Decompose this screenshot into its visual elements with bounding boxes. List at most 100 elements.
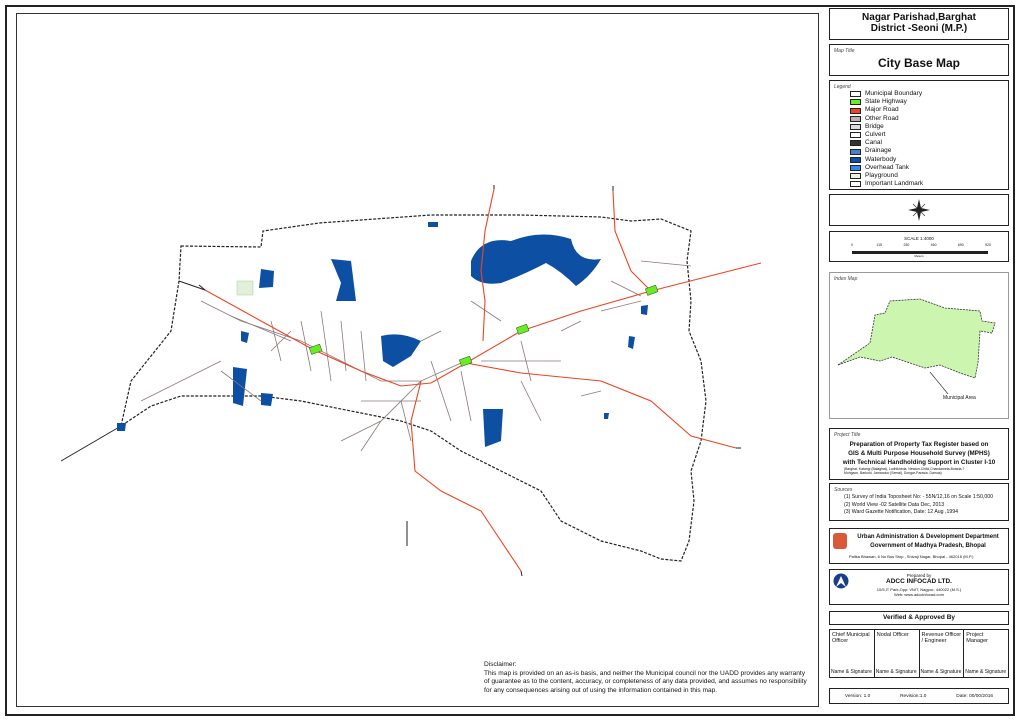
scale-tick-label: 690 xyxy=(957,243,964,247)
map-canvas[interactable] xyxy=(16,13,819,707)
legend-item: Canal xyxy=(850,139,923,147)
legend-item-label: Culvert xyxy=(865,131,886,139)
company-web: Web: www.adccinfocad.com xyxy=(894,592,944,597)
legend-swatch xyxy=(850,173,861,180)
scale-tick-label: 460 xyxy=(930,243,937,247)
scale-label: SCALE 1:4000 xyxy=(904,236,934,241)
company-name: ADCC INFOCAD LTD. xyxy=(886,578,952,585)
legend-item-label: Major Road xyxy=(865,106,899,114)
district-name: District -Seoni (M.P.) xyxy=(870,23,968,34)
legend-item: Municipal Boundary xyxy=(850,90,923,98)
source-item: (3) Ward Gazette Notification, Date: 12 … xyxy=(844,509,958,515)
legend-item: Playground xyxy=(850,172,923,180)
department-name: Urban Administration & Development Depar… xyxy=(857,534,999,540)
project-line-2: GIS & Multi Purpose Household Survey (MP… xyxy=(848,450,990,457)
waterbody xyxy=(471,234,601,286)
legend-item-label: Drainage xyxy=(865,147,892,155)
source-item: (2) World View -02 Satellite Data Dec, 2… xyxy=(844,501,945,508)
version: Version: 1.0 xyxy=(844,693,871,699)
municipal-area-label: Municipal Area xyxy=(943,395,976,401)
signature-column: Project Manager Name & Signature xyxy=(964,630,1008,677)
waterbody xyxy=(241,331,249,343)
legend-item: Bridge xyxy=(850,123,923,131)
legend-item-label: Overhead Tank xyxy=(865,163,909,171)
source-item: (1) Survey of India Toposheet No: - 55N/… xyxy=(844,494,993,500)
scale-tick-label: 0 xyxy=(851,243,853,247)
major-road xyxy=(410,380,522,572)
name-signature-label: Name & Signature xyxy=(920,669,962,675)
legend-item: Important Landmark xyxy=(850,180,923,188)
legend-item-label: Waterbody xyxy=(865,155,897,163)
revision: Revision:1.0 xyxy=(900,693,927,699)
legend-box: Legend Municipal Boundary State Highway Ma… xyxy=(829,80,1009,190)
legend-swatch xyxy=(850,140,861,147)
waterbodies xyxy=(117,222,648,447)
officer-role: Revenue Officer / Engineer xyxy=(921,632,962,644)
scale-tick-label: 115 xyxy=(876,243,882,247)
map-title-box: Map Title City Base Map xyxy=(829,44,1009,76)
city-map xyxy=(60,185,762,577)
legend-item: State Highway xyxy=(850,98,923,106)
waterbody xyxy=(604,413,609,419)
disclaimer-line: This map is provided on an as-is basis, … xyxy=(484,669,806,677)
scale-tick-label: 230 xyxy=(903,243,910,247)
waterbody xyxy=(259,269,274,288)
scale-ticks: 0 115 230 460 690 920 xyxy=(851,243,991,251)
legend-swatch xyxy=(850,181,861,188)
road-extensions xyxy=(198,185,741,577)
index-map xyxy=(837,298,996,395)
legend-swatch xyxy=(850,107,861,114)
legend-swatch xyxy=(850,164,861,171)
legend-item: Major Road xyxy=(850,106,923,114)
disclaimer-line: for any consequences arising out of usin… xyxy=(484,686,718,694)
project-line-3: with Technical Handholding Support in Cl… xyxy=(842,459,996,466)
legend-item-label: State Highway xyxy=(865,98,907,106)
major-roads xyxy=(204,188,762,572)
waterbody xyxy=(233,367,247,406)
name-signature-label: Name & Signature xyxy=(965,669,1007,675)
legend-item: Drainage xyxy=(850,147,923,155)
version-box: Version: 1.0 Revision:1.0 Date: 00/00/20… xyxy=(829,688,1009,704)
project-title: Preparation of Property Tax Register bas… xyxy=(830,440,1008,467)
signature-column: Nodal Officer Name & Signature xyxy=(875,630,920,677)
project-title-box: Project Title Preparation of Property Ta… xyxy=(829,428,1009,480)
scale-box: SCALE 1:4000 0 115 230 460 690 920 Meters xyxy=(829,231,1009,262)
waterbody xyxy=(428,222,438,227)
sources-list: (1) Survey of India Toposheet No: - 55N/… xyxy=(830,484,1008,517)
legend-item: Overhead Tank xyxy=(850,164,923,172)
legend-item-label: Bridge xyxy=(865,122,884,130)
adcc-logo xyxy=(833,573,849,589)
waterbody xyxy=(641,305,648,315)
waterbody xyxy=(628,336,635,349)
legend-swatch xyxy=(850,132,861,139)
sources-label: Sources xyxy=(834,487,853,493)
legend-item: Waterbody xyxy=(850,156,923,164)
prepared-by-box: Prepared by ADCC INFOCAD LTD. 10/5,IT Pa… xyxy=(829,569,1009,605)
municipality-name: Nagar Parishad,Barghat xyxy=(862,12,976,23)
legend-item-label: Municipal Boundary xyxy=(865,90,923,97)
disclaimer: Disclaimer: This map is provided on an a… xyxy=(484,661,814,695)
government-name: Government of Madhya Pradesh, Bhopal xyxy=(870,543,986,549)
signature-column: Chief Municipal Officer Name & Signature xyxy=(830,630,875,677)
department-box: Urban Administration & Development Depar… xyxy=(829,528,1009,564)
legend-item-label: Playground xyxy=(865,172,898,180)
legend-swatch xyxy=(850,148,861,155)
compass-rose-icon xyxy=(908,199,930,221)
waterbody xyxy=(117,423,126,431)
legend-swatch xyxy=(850,156,861,163)
name-signature-label: Name & Signature xyxy=(875,669,917,675)
waterbody xyxy=(331,259,356,301)
scale-tick-label: 920 xyxy=(985,243,991,247)
playground xyxy=(236,280,254,296)
legend-item: Culvert xyxy=(850,131,923,139)
legend-list: Municipal Boundary State Highway Major Roa… xyxy=(850,90,923,188)
officer-role: Project Manager xyxy=(966,632,988,644)
legend-swatch xyxy=(850,115,861,122)
signature-column: Revenue Officer / Engineer Name & Signatu… xyxy=(920,630,965,677)
legend-item-label: Other Road xyxy=(865,114,899,122)
legend-swatch xyxy=(850,91,861,98)
map-title-label: Map Title xyxy=(834,48,855,54)
officer-role: Chief Municipal Officer xyxy=(832,632,870,644)
major-road xyxy=(465,362,737,449)
project-towns-2: Mohgaon, Barkuhi, Jamandoo (Semal), Dong… xyxy=(844,471,942,476)
